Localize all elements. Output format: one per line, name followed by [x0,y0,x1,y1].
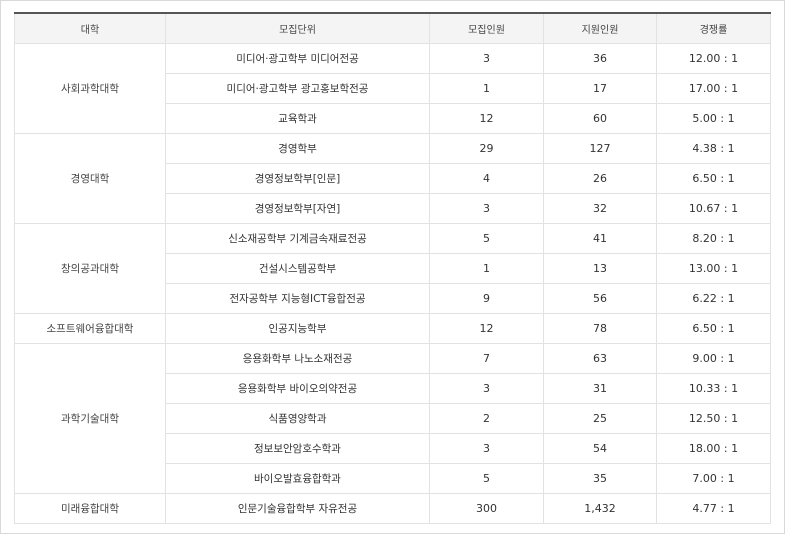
quota-cell: 12 [429,313,544,344]
applicants-cell: 32 [543,193,657,224]
college-cell: 과학기술대학 [14,343,166,494]
unit-cell: 경영학부 [165,133,430,164]
college-cell: 경영대학 [14,133,166,224]
ratio-cell: 10.33 : 1 [656,373,771,404]
applicants-cell: 36 [543,43,657,74]
quota-cell: 3 [429,433,544,464]
table-row: 창의공과대학 신소재공학부 기계금속재료전공 5 41 8.20 : 1 [14,223,771,314]
quota-cell: 5 [429,463,544,494]
ratio-cell: 18.00 : 1 [656,433,771,464]
unit-cell: 응용화학부 바이오의약전공 [165,373,430,404]
applicants-cell: 127 [543,133,657,164]
quota-cell: 300 [429,493,544,524]
ratio-cell: 10.67 : 1 [656,193,771,224]
ratio-cell: 12.00 : 1 [656,43,771,74]
unit-cell: 응용화학부 나노소재전공 [165,343,430,374]
applicants-cell: 60 [543,103,657,134]
header-college: 대학 [14,12,166,44]
quota-cell: 2 [429,403,544,434]
unit-cell: 건설시스템공학부 [165,253,430,284]
applicants-cell: 78 [543,313,657,344]
header-quota: 모집인원 [429,12,544,44]
quota-cell: 1 [429,253,544,284]
unit-cell: 정보보안암호수학과 [165,433,430,464]
header-ratio: 경쟁률 [656,12,771,44]
table-row: 과학기술대학 응용화학부 나노소재전공 7 63 9.00 : 1 [14,343,771,494]
applicants-cell: 41 [543,223,657,254]
table-row: 사회과학대학 미디어·광고학부 미디어전공 3 36 12.00 : 1 [14,43,771,134]
unit-cell: 신소재공학부 기계금속재료전공 [165,223,430,254]
unit-cell: 전자공학부 지능형ICT융합전공 [165,283,430,314]
competition-table: 대학 모집단위 모집인원 지원인원 경쟁률 사회과학대학 미디어·광고학부 미디어… [14,12,771,524]
quota-cell: 3 [429,373,544,404]
unit-cell: 미디어·광고학부 미디어전공 [165,43,430,74]
unit-cell: 인공지능학부 [165,313,430,344]
quota-cell: 3 [429,193,544,224]
ratio-cell: 6.50 : 1 [656,313,771,344]
applicants-cell: 17 [543,73,657,104]
applicants-cell: 26 [543,163,657,194]
table-row: 경영대학 경영학부 29 127 4.38 : 1 [14,133,771,224]
ratio-cell: 12.50 : 1 [656,403,771,434]
ratio-cell: 6.50 : 1 [656,163,771,194]
ratio-cell: 9.00 : 1 [656,343,771,374]
table-body: 사회과학대학 미디어·광고학부 미디어전공 3 36 12.00 : 1 미디어·광고학부… [14,43,771,524]
quota-cell: 1 [429,73,544,104]
quota-cell: 5 [429,223,544,254]
ratio-cell: 6.22 : 1 [656,283,771,314]
unit-cell: 경영정보학부[인문] [165,163,430,194]
college-cell: 미래융합대학 [14,493,166,524]
applicants-cell: 56 [543,283,657,314]
header-applicants: 지원인원 [543,12,657,44]
ratio-cell: 8.20 : 1 [656,223,771,254]
header-unit: 모집단위 [165,12,430,44]
unit-cell: 인문기술융합학부 자유전공 [165,493,430,524]
ratio-cell: 7.00 : 1 [656,463,771,494]
unit-cell: 경영정보학부[자연] [165,193,430,224]
ratio-cell: 13.00 : 1 [656,253,771,284]
applicants-cell: 63 [543,343,657,374]
table-row: 소프트웨어융합대학 인공지능학부 12 78 6.50 : 1 [14,313,771,344]
ratio-cell: 4.38 : 1 [656,133,771,164]
ratio-cell: 5.00 : 1 [656,103,771,134]
college-cell: 사회과학대학 [14,43,166,134]
quota-cell: 29 [429,133,544,164]
unit-cell: 미디어·광고학부 광고홍보학전공 [165,73,430,104]
applicants-cell: 54 [543,433,657,464]
unit-cell: 식품영양학과 [165,403,430,434]
quota-cell: 12 [429,103,544,134]
college-cell: 창의공과대학 [14,223,166,314]
table-row: 미래융합대학 인문기술융합학부 자유전공 300 1,432 4.77 : 1 [14,493,771,524]
unit-cell: 바이오발효융합학과 [165,463,430,494]
quota-cell: 7 [429,343,544,374]
applicants-cell: 31 [543,373,657,404]
applicants-cell: 35 [543,463,657,494]
applicants-cell: 13 [543,253,657,284]
ratio-cell: 17.00 : 1 [656,73,771,104]
applicants-cell: 25 [543,403,657,434]
applicants-cell: 1,432 [543,493,657,524]
quota-cell: 3 [429,43,544,74]
unit-cell: 교육학과 [165,103,430,134]
quota-cell: 9 [429,283,544,314]
ratio-cell: 4.77 : 1 [656,493,771,524]
table-header: 대학 모집단위 모집인원 지원인원 경쟁률 [14,12,771,44]
quota-cell: 4 [429,163,544,194]
college-cell: 소프트웨어융합대학 [14,313,166,344]
